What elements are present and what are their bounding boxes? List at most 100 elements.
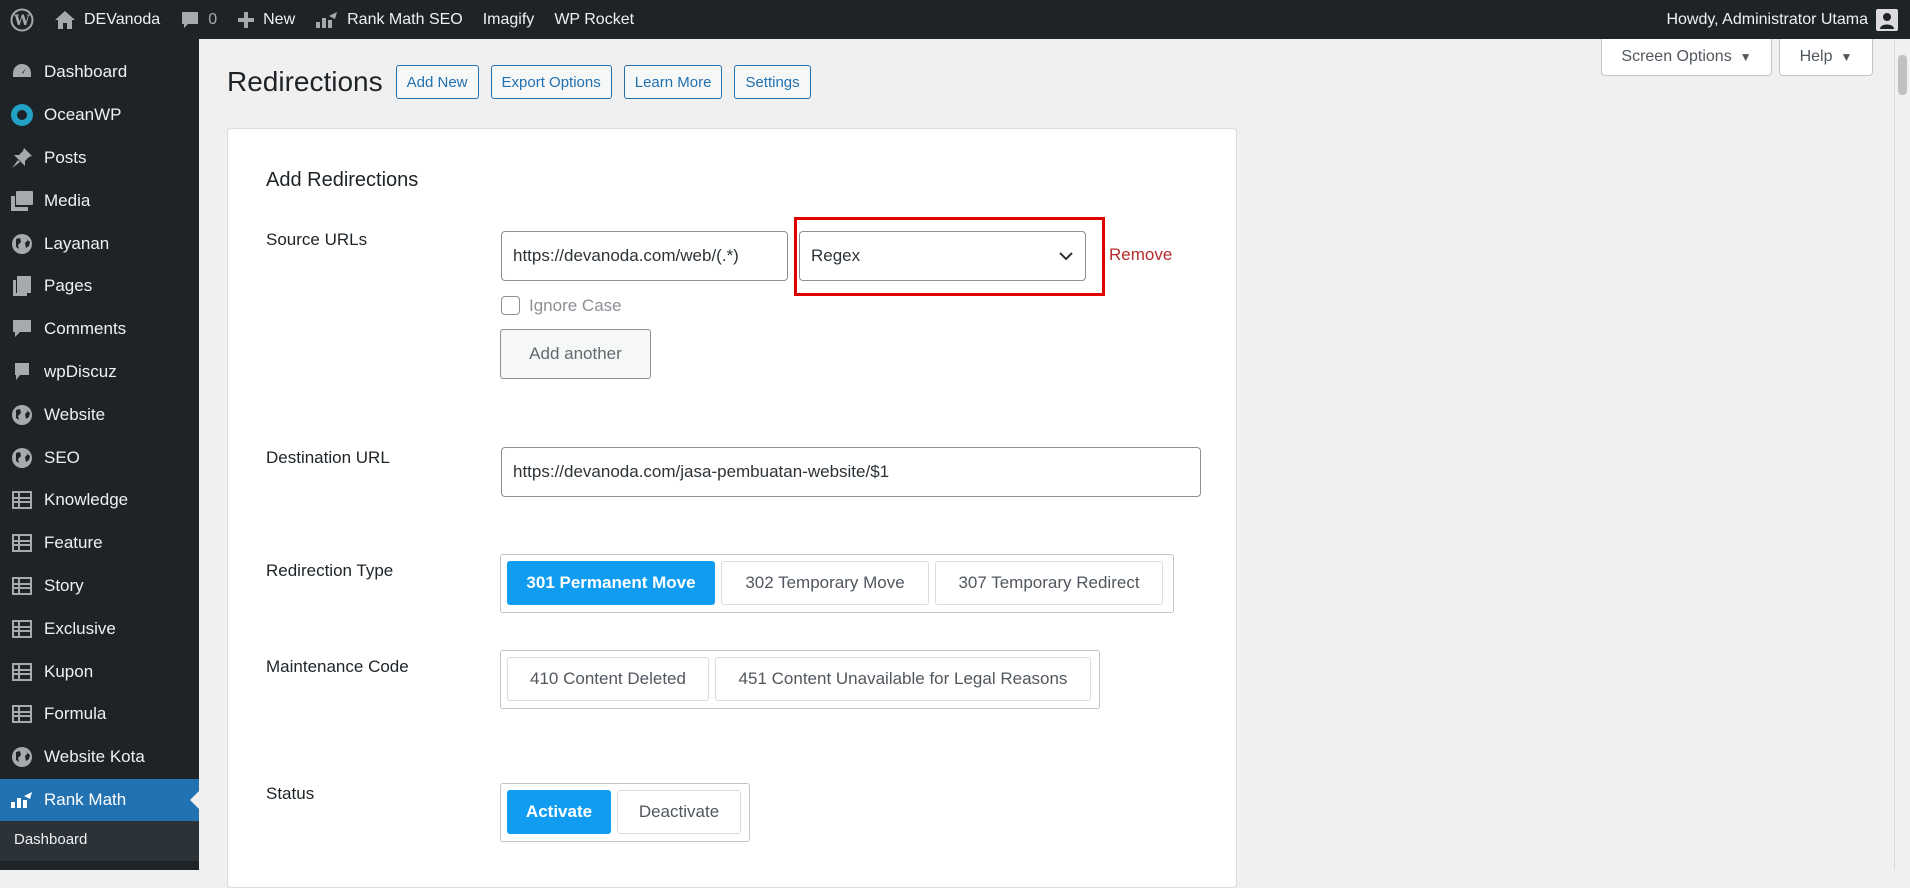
- add-new-button[interactable]: Add New: [395, 65, 479, 99]
- plus-icon: [237, 11, 255, 29]
- globe-icon: [10, 232, 34, 256]
- admin-sidebar: Dashboard OceanWP Posts Media Layanan Pa…: [0, 39, 199, 870]
- remove-link[interactable]: Remove: [1109, 245, 1172, 265]
- destination-url-input[interactable]: https://devanoda.com/jasa-pembuatan-webs…: [501, 447, 1201, 497]
- sidebar-item-label: Layanan: [44, 233, 110, 253]
- sidebar-item-label: Exclusive: [44, 618, 116, 638]
- page-title: Redirections: [227, 66, 383, 97]
- redirection-type-label: Redirection Type: [266, 561, 394, 580]
- redirection-type-group: 301 Permanent Move 302 Temporary Move 30…: [500, 554, 1174, 613]
- sidebar-item-media[interactable]: Media: [0, 179, 199, 222]
- ignore-case-checkbox[interactable]: [501, 296, 520, 315]
- sidebar-item-seo[interactable]: SEO: [0, 436, 199, 479]
- media-icon: [10, 189, 34, 213]
- rank-math-icon: [10, 788, 34, 812]
- avatar: [1876, 8, 1898, 31]
- sidebar-item-feature[interactable]: Feature: [0, 522, 199, 565]
- sidebar-item-label: OceanWP: [44, 105, 122, 125]
- sidebar-item-website[interactable]: Website: [0, 393, 199, 436]
- sidebar-item-comments[interactable]: Comments: [0, 308, 199, 351]
- grid-icon: [10, 617, 34, 641]
- submenu-item-label: Dashboard: [14, 831, 88, 849]
- screen-options-button[interactable]: Screen Options ▼: [1601, 39, 1772, 76]
- imagify-link[interactable]: Imagify: [473, 0, 545, 39]
- sidebar-item-rank-math[interactable]: Rank Math: [0, 778, 199, 822]
- redirect-301-button[interactable]: 301 Permanent Move: [507, 561, 715, 605]
- globe-icon: [10, 403, 34, 427]
- grid-icon: [10, 660, 34, 684]
- comment-bubble-icon: [180, 10, 200, 30]
- match-type-select[interactable]: Regex: [799, 231, 1086, 281]
- help-label: Help: [1799, 48, 1833, 65]
- settings-button[interactable]: Settings: [734, 65, 811, 99]
- sidebar-item-knowledge[interactable]: Knowledge: [0, 479, 199, 522]
- sidebar-item-label: Comments: [44, 319, 127, 339]
- source-urls-label: Source URLs: [266, 230, 368, 249]
- sidebar-item-label: Website Kota: [44, 747, 145, 767]
- caret-down-icon: ▼: [1840, 50, 1853, 64]
- redirect-307-button[interactable]: 307 Temporary Redirect: [935, 561, 1163, 605]
- activate-button[interactable]: Activate: [507, 790, 611, 834]
- rank-math-icon: [315, 11, 339, 29]
- sidebar-item-label: Media: [44, 190, 91, 210]
- export-options-button[interactable]: Export Options: [490, 65, 612, 99]
- imagify-label: Imagify: [482, 10, 535, 28]
- screen-options-label: Screen Options: [1621, 48, 1732, 65]
- code-451-button[interactable]: 451 Content Unavailable for Legal Reason…: [715, 657, 1091, 701]
- sidebar-item-oceanwp[interactable]: OceanWP: [0, 94, 199, 137]
- sidebar-item-story[interactable]: Story: [0, 565, 199, 608]
- learn-more-button[interactable]: Learn More: [623, 65, 723, 99]
- sidebar-item-label: Rank Math: [44, 789, 127, 809]
- add-redirection-card: Add Redirections Source URLs https://dev…: [227, 128, 1237, 888]
- scrollbar-thumb[interactable]: [1898, 55, 1907, 95]
- pin-icon: [10, 146, 34, 170]
- wordpress-logo-icon[interactable]: W: [0, 0, 44, 39]
- howdy-label: Howdy, Administrator Utama: [1666, 10, 1868, 28]
- deactivate-button[interactable]: Deactivate: [617, 790, 741, 834]
- comments-link[interactable]: 0: [170, 0, 227, 39]
- ignore-case-label: Ignore Case: [529, 296, 622, 315]
- sidebar-item-dashboard[interactable]: Dashboard: [0, 51, 199, 94]
- sidebar-item-label: Website: [44, 404, 106, 424]
- site-name-link[interactable]: DEVanoda: [44, 0, 170, 39]
- page-scrollbar[interactable]: [1894, 39, 1910, 870]
- maintenance-code-label: Maintenance Code: [266, 657, 409, 676]
- sidebar-item-formula[interactable]: Formula: [0, 693, 199, 736]
- rank-math-seo-link[interactable]: Rank Math SEO: [305, 0, 473, 39]
- sidebar-item-posts[interactable]: Posts: [0, 137, 199, 180]
- wp-rocket-link[interactable]: WP Rocket: [544, 0, 644, 39]
- redirect-302-button[interactable]: 302 Temporary Move: [721, 561, 929, 605]
- destination-url-label: Destination URL: [266, 448, 390, 467]
- card-title: Add Redirections: [266, 169, 419, 191]
- sidebar-item-label: Pages: [44, 276, 93, 296]
- sidebar-item-label: Formula: [44, 704, 107, 724]
- sidebar-item-website-kota[interactable]: Website Kota: [0, 736, 199, 779]
- help-button[interactable]: Help ▼: [1779, 39, 1873, 76]
- grid-icon: [10, 702, 34, 726]
- dashboard-icon: [10, 60, 34, 84]
- grid-icon: [10, 574, 34, 598]
- maintenance-code-group: 410 Content Deleted 451 Content Unavaila…: [500, 650, 1100, 709]
- source-url-input[interactable]: https://devanoda.com/web/(.*): [501, 231, 788, 281]
- status-label: Status: [266, 784, 315, 803]
- pages-icon: [10, 274, 34, 298]
- main-content: Redirections Add New Export Options Lear…: [199, 39, 1910, 888]
- code-410-button[interactable]: 410 Content Deleted: [507, 657, 709, 701]
- sidebar-item-label: Dashboard: [44, 62, 128, 82]
- sidebar-item-kupon[interactable]: Kupon: [0, 650, 199, 693]
- add-another-button[interactable]: Add another: [500, 329, 651, 379]
- sidebar-submenu-dashboard[interactable]: Dashboard: [0, 821, 199, 862]
- sidebar-item-label: Posts: [44, 147, 87, 167]
- globe-icon: [10, 446, 34, 470]
- new-content-link[interactable]: New: [227, 0, 305, 39]
- sidebar-item-label: Story: [44, 575, 84, 595]
- comment-icon: [10, 360, 34, 384]
- my-account-link[interactable]: Howdy, Administrator Utama: [1656, 0, 1910, 39]
- sidebar-item-pages[interactable]: Pages: [0, 265, 199, 308]
- sidebar-item-exclusive[interactable]: Exclusive: [0, 607, 199, 650]
- admin-bar: W DEVanoda 0 New Rank Math SEO Imagify W…: [0, 0, 1910, 39]
- sidebar-item-wpdiscuz[interactable]: wpDiscuz: [0, 351, 199, 394]
- sidebar-item-layanan[interactable]: Layanan: [0, 222, 199, 265]
- grid-icon: [10, 531, 34, 555]
- page-title-row: Redirections Add New Export Options Lear…: [227, 65, 823, 99]
